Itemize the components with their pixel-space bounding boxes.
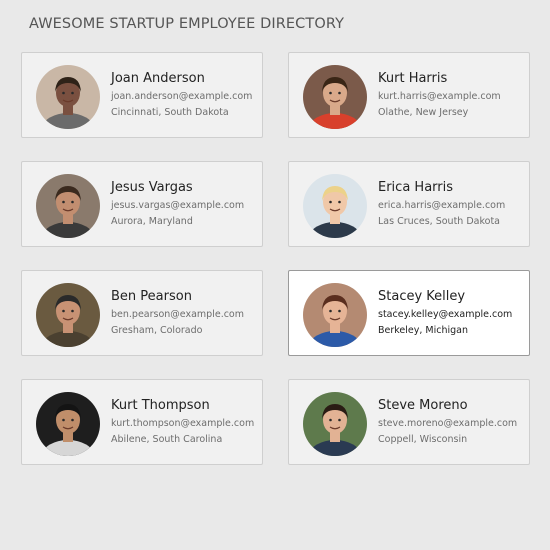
employee-info: Kurt Thompson kurt.thompson@example.com Ab… bbox=[111, 397, 258, 448]
woman-smiling-portrait bbox=[303, 283, 367, 347]
man-with-cap-portrait bbox=[36, 283, 100, 347]
blonde-woman-portrait bbox=[303, 174, 367, 238]
employee-card[interactable]: Ben Pearson ben.pearson@example.com Gresha… bbox=[21, 270, 263, 356]
avatar bbox=[36, 174, 100, 238]
employee-card[interactable]: Steve Moreno steve.moreno@example.com Copp… bbox=[288, 379, 530, 465]
employee-info: Stacey Kelley stacey.kelley@example.com Be… bbox=[378, 288, 525, 339]
employee-name: Joan Anderson bbox=[111, 71, 205, 86]
young-man-portrait bbox=[303, 392, 367, 456]
employee-email: steve.moreno@example.com bbox=[378, 418, 518, 429]
employee-location: Cincinnati, South Dakota bbox=[111, 107, 229, 118]
employee-info: Jesus Vargas jesus.vargas@example.com Auro… bbox=[111, 179, 258, 230]
employee-name: Stacey Kelley bbox=[378, 289, 466, 304]
man-red-sweater-portrait bbox=[303, 65, 367, 129]
page-title: AWESOME STARTUP EMPLOYEE DIRECTORY bbox=[29, 16, 345, 32]
employee-name: Ben Pearson bbox=[111, 289, 192, 304]
avatar bbox=[36, 392, 100, 456]
man-with-glasses-portrait bbox=[36, 392, 100, 456]
employee-email: joan.anderson@example.com bbox=[111, 91, 253, 102]
employee-name: Kurt Thompson bbox=[111, 398, 210, 413]
employee-email: ben.pearson@example.com bbox=[111, 309, 244, 320]
employee-card[interactable]: Joan Anderson joan.anderson@example.com Ci… bbox=[21, 52, 263, 138]
avatar bbox=[36, 283, 100, 347]
bearded-man-portrait bbox=[36, 174, 100, 238]
employee-location: Aurora, Maryland bbox=[111, 216, 193, 227]
employee-email: kurt.thompson@example.com bbox=[111, 418, 255, 429]
employee-name: Kurt Harris bbox=[378, 71, 448, 86]
employee-email: erica.harris@example.com bbox=[378, 200, 506, 211]
employee-info: Joan Anderson joan.anderson@example.com Ci… bbox=[111, 70, 258, 121]
employee-info: Steve Moreno steve.moreno@example.com Copp… bbox=[378, 397, 525, 448]
employee-location: Olathe, New Jersey bbox=[378, 107, 469, 118]
employee-location: Las Cruces, South Dakota bbox=[378, 216, 500, 227]
employee-email: jesus.vargas@example.com bbox=[111, 200, 245, 211]
employee-card[interactable]: Kurt Harris kurt.harris@example.com Olathe… bbox=[288, 52, 530, 138]
employee-email: stacey.kelley@example.com bbox=[378, 309, 513, 320]
avatar bbox=[303, 174, 367, 238]
employee-card[interactable]: Jesus Vargas jesus.vargas@example.com Auro… bbox=[21, 161, 263, 247]
employee-name: Erica Harris bbox=[378, 180, 454, 195]
employee-info: Ben Pearson ben.pearson@example.com Gresha… bbox=[111, 288, 258, 339]
employee-card[interactable]: Erica Harris erica.harris@example.com Las … bbox=[288, 161, 530, 247]
employee-name: Jesus Vargas bbox=[111, 180, 193, 195]
employee-info: Kurt Harris kurt.harris@example.com Olathe… bbox=[378, 70, 525, 121]
avatar bbox=[303, 283, 367, 347]
woman-with-curly-hair-portrait bbox=[36, 65, 100, 129]
avatar bbox=[36, 65, 100, 129]
employee-location: Coppell, Wisconsin bbox=[378, 434, 468, 445]
employee-card[interactable]: Stacey Kelley stacey.kelley@example.com Be… bbox=[288, 270, 530, 356]
employee-info: Erica Harris erica.harris@example.com Las … bbox=[378, 179, 525, 230]
employee-email: kurt.harris@example.com bbox=[378, 91, 501, 102]
employee-card[interactable]: Kurt Thompson kurt.thompson@example.com Ab… bbox=[21, 379, 263, 465]
employee-location: Gresham, Colorado bbox=[111, 325, 203, 336]
employee-location: Berkeley, Michigan bbox=[378, 325, 469, 336]
avatar bbox=[303, 392, 367, 456]
employee-name: Steve Moreno bbox=[378, 398, 468, 413]
avatar bbox=[303, 65, 367, 129]
employee-location: Abilene, South Carolina bbox=[111, 434, 223, 445]
